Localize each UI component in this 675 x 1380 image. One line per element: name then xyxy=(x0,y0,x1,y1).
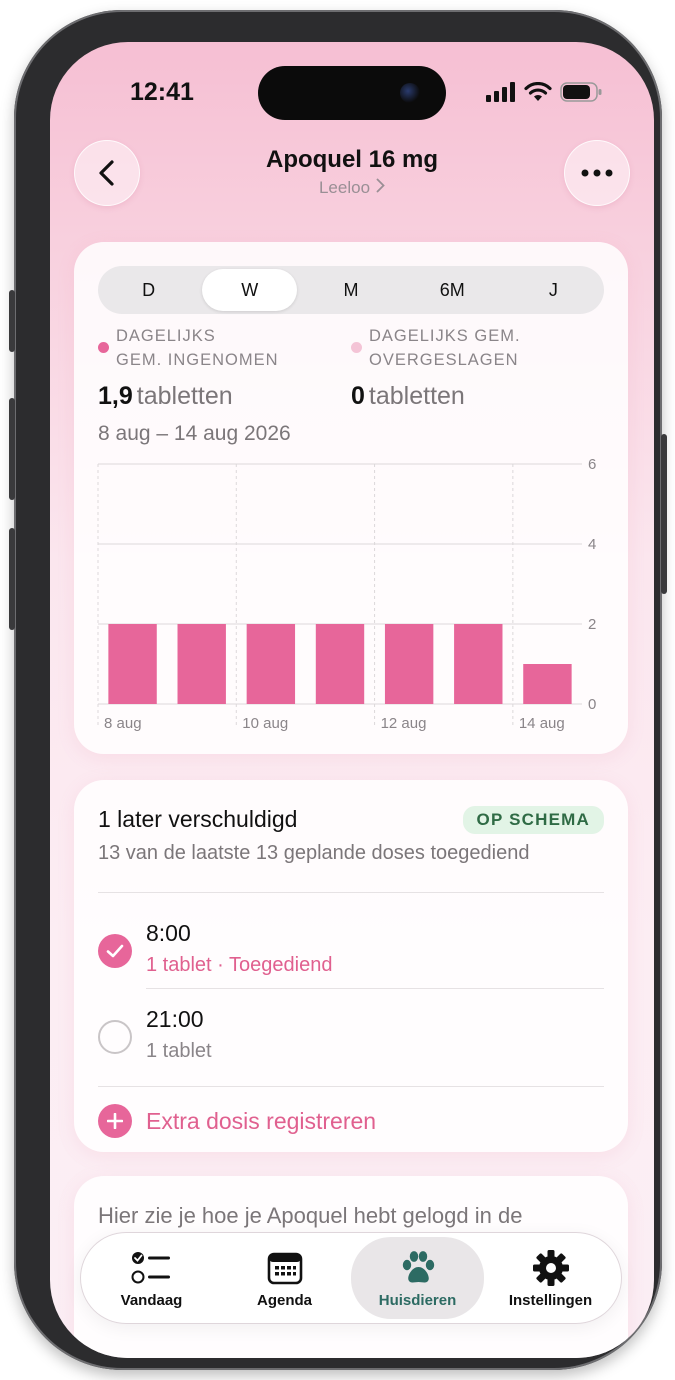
schedule-title: 1 later verschuldigd xyxy=(98,806,298,832)
dose-bar-chart[interactable]: 0 2 4 6 8 aug 10 aug 12 aug 14 aug xyxy=(74,452,628,742)
segment-week[interactable]: W xyxy=(202,269,298,311)
bar-13-aug xyxy=(454,624,503,704)
power-button xyxy=(661,434,667,594)
chevron-right-icon xyxy=(376,178,385,198)
segment-day[interactable]: D xyxy=(101,269,196,311)
legend-dot-taken xyxy=(98,342,109,353)
checklist-icon xyxy=(131,1248,173,1288)
add-extra-dose-label: Extra dosis registreren xyxy=(146,1107,377,1134)
status-icons xyxy=(486,82,602,102)
divider xyxy=(146,988,604,989)
segment-month[interactable]: M xyxy=(303,269,398,311)
x-tick-label: 12 aug xyxy=(381,715,427,732)
tab-vandaag[interactable]: Vandaag xyxy=(85,1237,218,1319)
tab-agenda[interactable]: Agenda xyxy=(218,1237,351,1319)
bar-10-aug xyxy=(246,624,296,704)
gear-icon xyxy=(532,1248,570,1288)
bar-12-aug xyxy=(384,624,434,704)
stat-taken: DAGELIJKS GEM. INGENOMEN 1,9 tabletten xyxy=(98,324,279,411)
y-tick-label: 6 xyxy=(588,456,596,473)
ellipsis-icon xyxy=(581,169,613,177)
cellular-signal-icon xyxy=(486,82,515,102)
y-tick-label: 4 xyxy=(588,536,596,553)
dose-chart-card: D W M 6M J DAGELIJKS GEM. INGENOMEN 1,9 t… xyxy=(74,242,628,754)
bar-9-aug xyxy=(177,624,226,704)
more-options-button[interactable] xyxy=(564,140,630,206)
stat-skipped-value: 0 tabletten xyxy=(351,382,465,410)
bar-11-aug xyxy=(315,624,365,704)
legend-dot-skipped xyxy=(351,342,362,353)
date-range: 8 aug – 14 aug 2026 xyxy=(98,422,291,445)
dynamic-island xyxy=(258,66,446,120)
calendar-icon xyxy=(267,1248,303,1288)
dose-detail: 1 tablet · Toegediend xyxy=(146,954,333,976)
divider xyxy=(98,1086,604,1087)
x-tick-label: 10 aug xyxy=(242,715,288,732)
pet-name: Leeloo xyxy=(318,178,371,197)
y-tick-label: 0 xyxy=(588,696,596,713)
x-tick-label: 14 aug xyxy=(519,715,565,732)
stat-taken-label: DAGELIJKS GEM. INGENOMEN xyxy=(98,324,279,372)
add-extra-dose-button[interactable]: Extra dosis registreren xyxy=(98,1104,376,1138)
segment-year[interactable]: J xyxy=(506,269,601,311)
tab-instellingen[interactable]: Instellingen xyxy=(484,1237,617,1319)
volume-up-button xyxy=(9,398,15,500)
status-time: 12:41 xyxy=(130,78,194,106)
bar-8-aug xyxy=(108,624,157,704)
dose-time: 8:00 xyxy=(146,920,191,946)
bar-14-aug xyxy=(523,664,572,704)
period-segmented-control: D W M 6M J xyxy=(98,266,604,314)
stat-taken-value: 1,9 tabletten xyxy=(98,382,233,410)
dose-time: 21:00 xyxy=(146,1006,204,1032)
schedule-card: 1 later verschuldigd OP SCHEMA 13 van de… xyxy=(74,780,628,1152)
action-button xyxy=(9,290,15,352)
volume-down-button xyxy=(9,528,15,630)
divider xyxy=(98,892,604,893)
schedule-summary: 13 van de laatste 13 geplande doses toeg… xyxy=(98,842,530,864)
stat-skipped-label: DAGELIJKS GEM. OVERGESLAGEN xyxy=(351,324,521,372)
plus-icon xyxy=(98,1104,132,1138)
y-tick-label: 2 xyxy=(588,616,596,633)
segment-6-months[interactable]: 6M xyxy=(405,269,500,311)
tab-bar: Vandaag Agenda Huisdieren Instellingen xyxy=(80,1232,622,1324)
stat-skipped: DAGELIJKS GEM. OVERGESLAGEN 0 tabletten xyxy=(351,324,521,411)
screen: 12:41 Apoquel 16 mg Leeloo D W M 6M J DA… xyxy=(50,42,654,1358)
paw-icon xyxy=(399,1248,437,1288)
info-text: Hier zie je hoe je Apoquel hebt gelogd i… xyxy=(98,1203,523,1228)
empty-circle-icon[interactable] xyxy=(98,1020,132,1054)
pet-link[interactable]: Leeloo xyxy=(50,178,654,198)
phone-frame: 12:41 Apoquel 16 mg Leeloo D W M 6M J DA… xyxy=(9,10,667,1370)
status-badge: OP SCHEMA xyxy=(462,806,604,834)
dose-row-evening[interactable]: 21:00 1 tablet xyxy=(98,998,604,1088)
wifi-icon xyxy=(524,82,552,101)
x-tick-label: 8 aug xyxy=(104,715,142,732)
battery-icon xyxy=(560,82,602,102)
tab-huisdieren[interactable]: Huisdieren xyxy=(351,1237,484,1319)
dose-detail: 1 tablet xyxy=(146,1040,212,1062)
checkmark-icon[interactable] xyxy=(98,934,132,968)
